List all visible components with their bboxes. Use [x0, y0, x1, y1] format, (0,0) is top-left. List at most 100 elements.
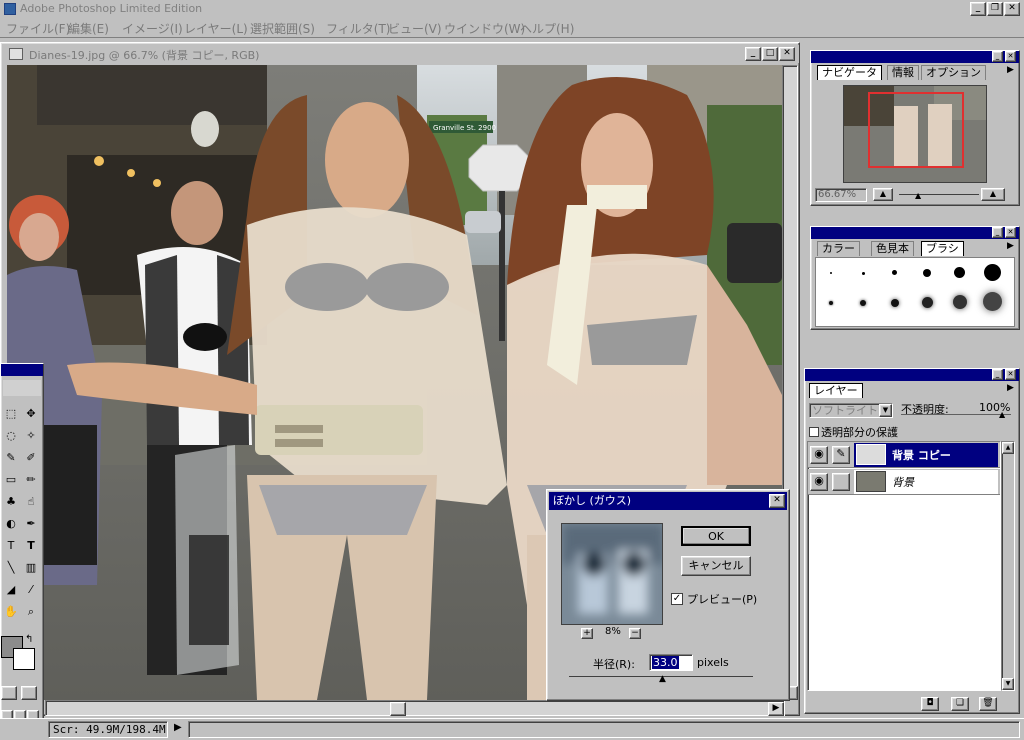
paintbrush-tool-icon[interactable]: ✐: [21, 448, 41, 469]
zoom-slider-thumb[interactable]: ▲: [915, 191, 921, 200]
menu-edit[interactable]: 編集(E): [68, 20, 109, 37]
eye-icon[interactable]: ◉: [810, 473, 828, 491]
airbrush-tool-icon[interactable]: ✎: [1, 448, 21, 469]
line-tool-icon[interactable]: ╲: [1, 558, 21, 579]
brush-preset[interactable]: [892, 270, 897, 275]
preview-zoom-out-button[interactable]: −: [629, 628, 641, 639]
brush-preset[interactable]: [862, 272, 865, 275]
trash-icon[interactable]: 🗑: [979, 697, 997, 711]
menu-window[interactable]: ウインドウ(W): [444, 20, 525, 37]
tab-info[interactable]: 情報: [887, 65, 919, 80]
brush-preset[interactable]: [983, 292, 1002, 311]
ok-button[interactable]: OK: [681, 526, 751, 546]
new-layer-button[interactable]: ❏: [951, 697, 969, 711]
eyedropper-tool-icon[interactable]: ⁄: [21, 580, 41, 601]
preview-checkbox[interactable]: ✓: [671, 593, 683, 605]
radius-slider-thumb[interactable]: ▲: [659, 674, 666, 684]
brush-icon[interactable]: ✎: [832, 446, 850, 464]
marquee-tool-icon[interactable]: ⬚: [1, 404, 21, 425]
type-mask-tool-icon[interactable]: T: [1, 536, 21, 557]
maximize-document-button[interactable]: □: [762, 47, 778, 61]
zoom-slider-track[interactable]: [899, 194, 979, 195]
zoom-out-button[interactable]: ▲: [873, 188, 893, 201]
opacity-slider-thumb[interactable]: ▲: [999, 410, 1005, 419]
gradient-tool-icon[interactable]: ▥: [21, 558, 41, 579]
blur-preview-window[interactable]: [561, 523, 663, 625]
layer-row[interactable]: ◉ 背景: [808, 469, 1000, 495]
navigator-close-button[interactable]: ✕: [1005, 51, 1016, 62]
navigator-menu-arrow[interactable]: ▶: [1007, 65, 1014, 75]
layer-link-slot[interactable]: [832, 473, 850, 491]
brushes-close-button[interactable]: ✕: [1005, 227, 1016, 238]
brush-preset[interactable]: [829, 301, 833, 305]
navigator-thumbnail[interactable]: [843, 85, 987, 183]
navigator-zoom-field[interactable]: 66.67%: [815, 188, 867, 202]
menu-image[interactable]: イメージ(I): [122, 20, 183, 37]
layers-scrollbar[interactable]: ▲ ▼: [1001, 441, 1015, 691]
brush-preset[interactable]: [953, 295, 967, 309]
brush-preset[interactable]: [860, 300, 866, 306]
preserve-transparency-checkbox[interactable]: [809, 427, 819, 437]
standard-mode-button[interactable]: [1, 686, 17, 700]
layers-scroll-down[interactable]: ▼: [1002, 678, 1014, 690]
dodge-tool-icon[interactable]: ◐: [1, 514, 21, 535]
dialog-close-button[interactable]: ✕: [769, 494, 785, 508]
menu-help[interactable]: ヘルプ(H): [520, 20, 574, 37]
blend-mode-dropdown-icon[interactable]: ▼: [879, 404, 892, 417]
navigator-view-box[interactable]: [868, 92, 964, 168]
minimize-app-button[interactable]: _: [970, 2, 986, 16]
horizontal-scroll-thumb[interactable]: [390, 702, 406, 716]
tab-options[interactable]: オプション: [921, 65, 986, 80]
restore-app-button[interactable]: ❐: [987, 2, 1003, 16]
brushes-menu-arrow[interactable]: ▶: [1007, 241, 1014, 251]
smudge-tool-icon[interactable]: ☝: [21, 492, 41, 513]
pen-tool-icon[interactable]: ✒: [21, 514, 41, 535]
opacity-value[interactable]: 100%: [979, 401, 1010, 414]
layers-scroll-up[interactable]: ▲: [1002, 442, 1014, 454]
menu-select[interactable]: 選択範囲(S): [250, 20, 315, 37]
lasso-tool-icon[interactable]: ◌: [1, 426, 21, 447]
eye-icon[interactable]: ◉: [810, 446, 828, 464]
status-menu-arrow[interactable]: ▶: [174, 722, 182, 733]
brush-preset[interactable]: [954, 267, 965, 278]
layer-row[interactable]: ◉ ✎ 背景 コピー: [808, 442, 1000, 468]
menu-filter[interactable]: フィルタ(T): [326, 20, 390, 37]
move-tool-icon[interactable]: ✥: [21, 404, 41, 425]
layers-close-button[interactable]: ✕: [1005, 369, 1016, 380]
tab-color[interactable]: カラー: [817, 241, 860, 256]
magic-wand-tool-icon[interactable]: ✧: [21, 426, 41, 447]
swap-colors-icon[interactable]: ↰: [25, 634, 33, 645]
type-tool-icon[interactable]: T: [21, 536, 41, 557]
pencil-tool-icon[interactable]: ✏: [21, 470, 41, 491]
brush-preset[interactable]: [830, 272, 832, 274]
stamp-tool-icon[interactable]: ♣: [1, 492, 21, 513]
close-app-button[interactable]: ✕: [1004, 2, 1020, 16]
brush-preset[interactable]: [891, 299, 899, 307]
hand-tool-icon[interactable]: ✋: [1, 602, 21, 623]
minimize-document-button[interactable]: _: [745, 47, 761, 61]
opacity-slider-track[interactable]: [901, 414, 1011, 415]
layers-minimize-button[interactable]: _: [992, 369, 1003, 380]
zoom-in-button[interactable]: ▲: [981, 188, 1005, 201]
tab-brushes[interactable]: ブラシ: [921, 241, 964, 256]
cancel-button[interactable]: キャンセル: [681, 556, 751, 576]
brushes-minimize-button[interactable]: _: [992, 227, 1003, 238]
horizontal-scrollbar[interactable]: ▶: [45, 700, 785, 716]
brush-preset[interactable]: [923, 269, 931, 277]
close-document-button[interactable]: ✕: [779, 47, 795, 61]
quick-mask-button[interactable]: [21, 686, 37, 700]
layers-menu-arrow[interactable]: ▶: [1007, 383, 1014, 393]
preview-zoom-in-button[interactable]: +: [581, 628, 593, 639]
zoom-tool-icon[interactable]: ⌕: [21, 602, 41, 623]
radius-input[interactable]: 33.0: [649, 654, 693, 671]
eraser-tool-icon[interactable]: ▭: [1, 470, 21, 491]
navigator-minimize-button[interactable]: _: [992, 51, 1003, 62]
tab-navigator[interactable]: ナビゲータ: [817, 65, 882, 80]
background-color-swatch[interactable]: [13, 648, 35, 670]
paint-bucket-tool-icon[interactable]: ◢: [1, 580, 21, 601]
layer-mask-button[interactable]: ◘: [921, 697, 939, 711]
tab-swatches[interactable]: 色見本: [871, 241, 914, 256]
menu-file[interactable]: ファイル(F): [6, 20, 70, 37]
menu-view[interactable]: ビュー(V): [388, 20, 442, 37]
scroll-right-arrow[interactable]: ▶: [768, 702, 784, 716]
